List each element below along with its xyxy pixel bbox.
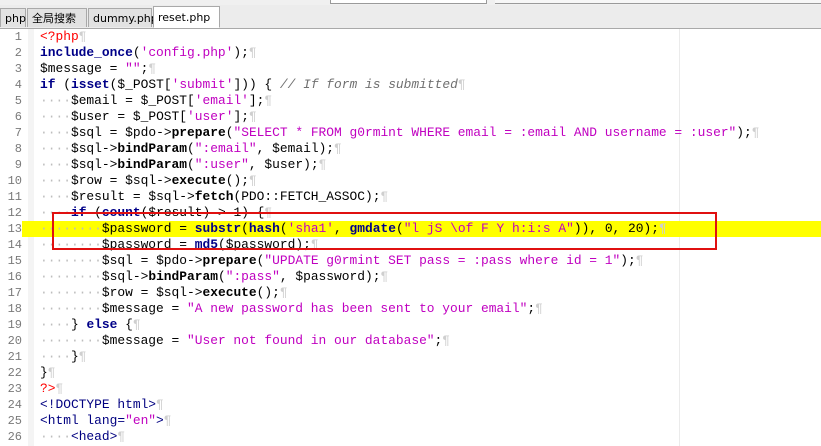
line-number: 15 (7, 254, 22, 268)
line-number: 14 (7, 238, 22, 252)
line-number: 20 (7, 334, 22, 348)
code-line[interactable]: 13 ········$password = substr(hash('sha1'… (0, 221, 821, 237)
code-text[interactable]: ····$user = $_POST['user'];¶ (40, 109, 257, 125)
line-number: 19 (7, 318, 22, 332)
code-line[interactable]: 8 ····$sql->bindParam(":email", $email);¶ (0, 141, 821, 157)
tab-reset-php[interactable]: reset.php (153, 6, 220, 28)
line-number: 23 (7, 382, 22, 396)
code-text[interactable]: <!DOCTYPE html>¶ (40, 397, 164, 413)
tab-bar: php 全局搜索 dummy.php reset.php (0, 5, 821, 29)
code-text[interactable]: ····$sql = $pdo->prepare("SELECT * FROM … (40, 125, 760, 141)
line-number: 22 (7, 366, 22, 380)
code-line[interactable]: 14 ········$password = md5($password);¶ (0, 237, 821, 253)
code-line[interactable]: 3 $message = "";¶ (0, 61, 821, 77)
line-number: 8 (14, 142, 22, 156)
code-line[interactable]: 7 ····$sql = $pdo->prepare("SELECT * FROM… (0, 125, 821, 141)
line-number: 24 (7, 398, 22, 412)
line-number: 1 (14, 30, 22, 44)
code-text[interactable]: ····<head>¶ (40, 429, 125, 445)
code-editor[interactable]: 1 <?php¶ 2 include_once('config.php');¶ 3 $me… (0, 29, 821, 446)
tab-dummy-php[interactable]: dummy.php (88, 8, 158, 27)
code-line[interactable]: 25 <html lang="en">¶ (0, 413, 821, 429)
code-line[interactable]: 26 ····<head>¶ (0, 429, 821, 445)
line-number: 11 (7, 190, 22, 204)
code-text[interactable]: ········$password = substr(hash('sha1', … (40, 221, 667, 237)
code-text[interactable]: ········$sql->bindParam(":pass", $passwo… (40, 269, 388, 285)
code-text[interactable]: <?php¶ (40, 29, 86, 45)
code-line[interactable]: 23 ?>¶ (0, 381, 821, 397)
line-number: 4 (14, 78, 22, 92)
code-line[interactable]: 18 ········$message = "A new password has… (0, 301, 821, 317)
line-number: 5 (14, 94, 22, 108)
code-line[interactable]: 10 ····$row = $sql->execute();¶ (0, 173, 821, 189)
code-line[interactable]: 9 ····$sql->bindParam(":user", $user);¶ (0, 157, 821, 173)
code-text[interactable]: <html lang="en">¶ (40, 413, 172, 429)
code-line[interactable]: 12 ····if (count($result) > 1) {¶ (0, 205, 821, 221)
line-number: 26 (7, 430, 22, 444)
code-line[interactable]: 21 ····}¶ (0, 349, 821, 365)
code-text[interactable]: ····$row = $sql->execute();¶ (40, 173, 257, 189)
code-text[interactable]: ········$password = md5($password);¶ (40, 237, 319, 253)
code-text[interactable]: if (isset($_POST['submit'])) { // If for… (40, 77, 466, 93)
code-text[interactable]: ········$message = "A new password has b… (40, 301, 543, 317)
code-text[interactable]: ····}¶ (40, 349, 86, 365)
code-text[interactable]: $message = "";¶ (40, 61, 156, 77)
code-text[interactable]: ····} else {¶ (40, 317, 141, 333)
code-line[interactable]: 4 if (isset($_POST['submit'])) { // If fo… (0, 77, 821, 93)
toolbar-area (495, 0, 821, 4)
code-line[interactable]: 5 ····$email = $_POST['email'];¶ (0, 93, 821, 109)
line-number: 7 (14, 126, 22, 140)
line-number: 2 (14, 46, 22, 60)
code-line[interactable]: 24 <!DOCTYPE html>¶ (0, 397, 821, 413)
line-number: 13 (0, 221, 22, 237)
code-line[interactable]: 16 ········$sql->bindParam(":pass", $pass… (0, 269, 821, 285)
line-number: 18 (7, 302, 22, 316)
code-line[interactable]: 15 ········$sql = $pdo->prepare("UPDATE g… (0, 253, 821, 269)
code-line[interactable]: 22 }¶ (0, 365, 821, 381)
code-line[interactable]: 11 ····$result = $sql->fetch(PDO::FETCH_A… (0, 189, 821, 205)
code-text[interactable]: include_once('config.php');¶ (40, 45, 257, 61)
tab-php[interactable]: php (0, 8, 26, 27)
code-text[interactable]: ········$row = $sql->execute();¶ (40, 285, 288, 301)
code-text[interactable]: }¶ (40, 365, 56, 381)
code-text[interactable]: ····if (count($result) > 1) {¶ (40, 205, 272, 221)
line-number: 3 (14, 62, 22, 76)
line-number: 16 (7, 270, 22, 284)
line-number: 6 (14, 110, 22, 124)
code-line[interactable]: 1 <?php¶ (0, 29, 821, 45)
toolbar-field[interactable] (330, 0, 487, 4)
code-line[interactable]: 19 ····} else {¶ (0, 317, 821, 333)
code-line[interactable]: 6 ····$user = $_POST['user'];¶ (0, 109, 821, 125)
tab-global-search[interactable]: 全局搜索 (27, 8, 87, 27)
code-line[interactable]: 20 ········$message = "User not found in … (0, 333, 821, 349)
line-number: 21 (7, 350, 22, 364)
code-text[interactable]: ····$result = $sql->fetch(PDO::FETCH_ASS… (40, 189, 388, 205)
line-number: 10 (7, 174, 22, 188)
code-text[interactable]: ?>¶ (40, 381, 63, 397)
line-number: 25 (7, 414, 22, 428)
code-line[interactable]: 17 ········$row = $sql->execute();¶ (0, 285, 821, 301)
code-line[interactable]: 2 include_once('config.php');¶ (0, 45, 821, 61)
code-text[interactable]: ········$sql = $pdo->prepare("UPDATE g0r… (40, 253, 643, 269)
code-text[interactable]: ····$sql->bindParam(":email", $email);¶ (40, 141, 342, 157)
code-text[interactable]: ····$sql->bindParam(":user", $user);¶ (40, 157, 326, 173)
line-number: 17 (7, 286, 22, 300)
line-number: 9 (14, 158, 22, 172)
code-text[interactable]: ········$message = "User not found in ou… (40, 333, 450, 349)
line-number: 12 (7, 206, 22, 220)
code-text[interactable]: ····$email = $_POST['email'];¶ (40, 93, 272, 109)
